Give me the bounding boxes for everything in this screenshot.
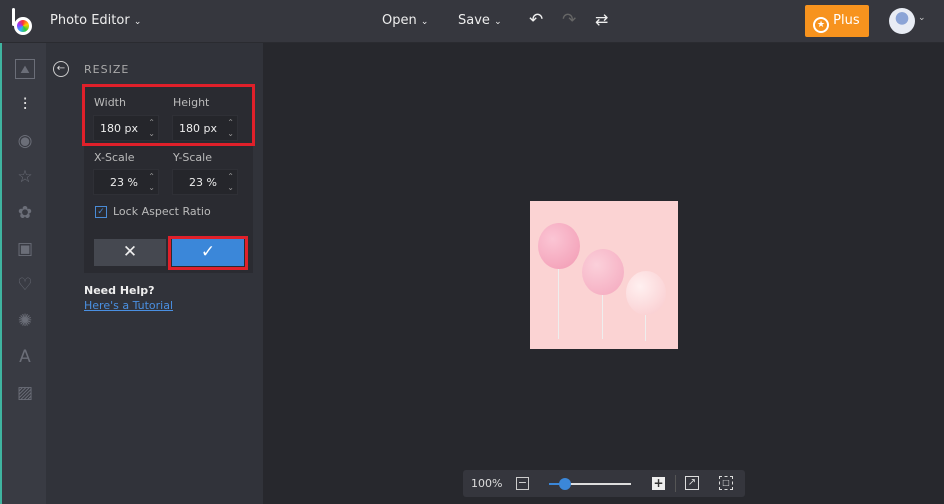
xscale-input[interactable]: 23 % ⌃ ⌄	[93, 169, 159, 195]
resize-panel: ← RESIZE Width Height 180 px ⌃ ⌄ 180 px ⌃ ⌄ …	[46, 43, 263, 504]
open-menu[interactable]: Open ⌄	[382, 13, 428, 28]
highlight-box	[168, 236, 248, 270]
open-label: Open	[382, 13, 417, 28]
help-title: Need Help?	[84, 284, 155, 297]
cancel-button[interactable]: ✕	[94, 239, 166, 266]
save-menu[interactable]: Save ⌄	[458, 13, 502, 28]
zoom-level: 100%	[471, 477, 503, 490]
stepper-icon[interactable]: ⌃ ⌄	[227, 171, 234, 193]
tool-sidebar: ⛰ ⫶ ◉ ☆ ✿ ▣ ♡ ✺ A ▨	[0, 43, 46, 504]
undo-icon[interactable]: ↶	[529, 10, 543, 30]
eye-icon[interactable]: ◉	[15, 131, 35, 151]
chevron-down-icon[interactable]: ⌄	[918, 13, 926, 23]
chevron-down-icon: ⌄	[494, 17, 502, 27]
chevron-down-icon: ⌄	[133, 17, 142, 27]
image-icon[interactable]: ⛰	[15, 59, 35, 79]
tutorial-link[interactable]: Here's a Tutorial	[84, 299, 173, 312]
badge-icon[interactable]: ✺	[15, 311, 35, 331]
shapes-icon[interactable]: ✿	[15, 203, 35, 223]
fit-icon[interactable]: ↗	[685, 476, 699, 490]
stepper-icon[interactable]: ⌃ ⌄	[148, 171, 155, 193]
app-title: Photo Editor	[50, 13, 130, 28]
zoom-bar: 100% − + ↗ □	[463, 470, 745, 497]
heart-icon[interactable]: ♡	[15, 275, 35, 295]
yscale-label: Y-Scale	[173, 151, 212, 164]
save-label: Save	[458, 13, 490, 28]
chevron-down-icon: ⌄	[420, 17, 429, 27]
lock-aspect-checkbox[interactable]: ✓	[95, 206, 107, 218]
zoom-out-button[interactable]: −	[516, 477, 529, 490]
back-icon[interactable]: ←	[53, 61, 69, 77]
canvas-image[interactable]	[530, 201, 678, 349]
text-icon[interactable]: A	[15, 347, 35, 367]
zoom-in-button[interactable]: +	[652, 477, 665, 490]
adjustments-icon[interactable]: ⫶	[15, 95, 35, 115]
redo-icon[interactable]: ↷	[562, 10, 576, 30]
plus-button[interactable]: ★ Plus	[805, 5, 869, 37]
swap-icon[interactable]: ⇄	[595, 10, 608, 29]
lock-aspect-label[interactable]: Lock Aspect Ratio	[113, 205, 211, 218]
avatar[interactable]	[889, 8, 915, 34]
balloon	[582, 249, 624, 295]
divider	[675, 475, 676, 492]
xscale-label: X-Scale	[94, 151, 135, 164]
fullscreen-icon[interactable]: □	[719, 476, 733, 490]
zoom-slider-handle[interactable]	[559, 478, 572, 490]
texture-icon[interactable]: ▨	[15, 383, 35, 403]
top-bar: Photo Editor ⌄ Open ⌄ Save ⌄ ↶ ↷ ⇄ ★ Plu…	[0, 0, 944, 43]
yscale-input[interactable]: 23 % ⌃ ⌄	[172, 169, 238, 195]
frame-icon[interactable]: ▣	[15, 239, 35, 259]
balloon	[538, 223, 580, 269]
balloon	[626, 271, 666, 315]
star-icon[interactable]: ☆	[15, 167, 35, 187]
plus-label: Plus	[833, 13, 860, 28]
app-title-menu[interactable]: Photo Editor ⌄	[50, 13, 141, 28]
star-circle-icon: ★	[813, 17, 829, 33]
logo[interactable]	[12, 8, 34, 35]
highlight-box	[82, 84, 255, 146]
panel-title: RESIZE	[84, 63, 130, 76]
